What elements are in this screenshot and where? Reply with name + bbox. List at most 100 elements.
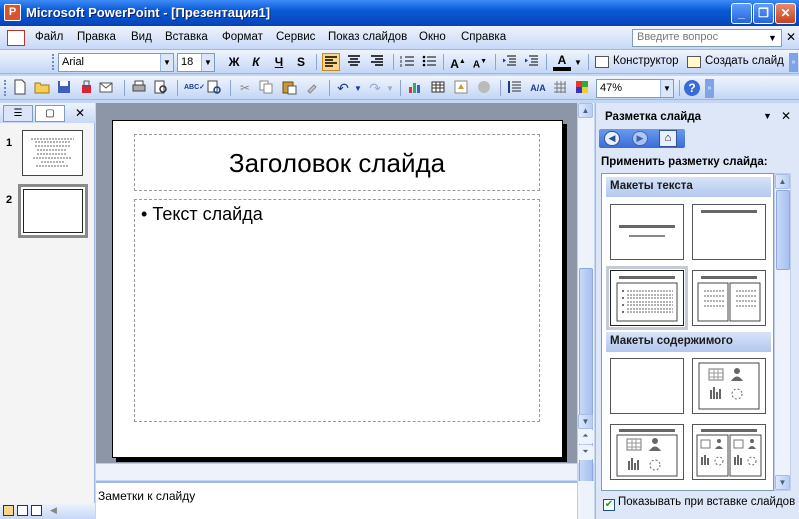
slide-thumbnail-2[interactable] <box>18 184 88 238</box>
tab-slides[interactable]: ▢ <box>35 105 65 122</box>
layout-title-and-text[interactable] <box>606 266 688 330</box>
layout-two-columns[interactable] <box>692 270 766 326</box>
zoom-select[interactable]: 47% ▼ <box>596 79 674 98</box>
show-on-insert-checkbox[interactable]: ✔ <box>603 499 615 511</box>
slide-thumbnail-1[interactable] <box>22 130 83 176</box>
font-size-select[interactable]: 18 ▼ <box>177 53 215 72</box>
slide-sorter-icon[interactable] <box>17 505 28 516</box>
chevron-down-icon[interactable]: ▼ <box>354 84 362 93</box>
close-button[interactable]: ✕ <box>775 3 796 24</box>
normal-view-icon[interactable] <box>3 505 14 516</box>
notes-pane[interactable]: Заметки к слайду <box>96 481 577 519</box>
bullets-button[interactable] <box>421 53 439 71</box>
decrease-indent-button[interactable] <box>501 53 519 71</box>
slideshow-icon[interactable] <box>31 505 42 516</box>
align-right-button[interactable] <box>369 53 387 71</box>
open-button[interactable] <box>34 79 52 97</box>
toolbar-grip[interactable] <box>4 80 7 96</box>
research-button[interactable] <box>206 79 224 97</box>
next-slide-icon[interactable]: ⏷ <box>578 445 593 460</box>
undo-button[interactable]: ↶ <box>334 79 352 97</box>
tab-outline[interactable]: ☰ <box>3 105 33 122</box>
layout-title-and-two-content[interactable] <box>692 424 766 480</box>
chevron-down-icon[interactable]: ▼ <box>660 80 673 97</box>
permission-button[interactable] <box>78 79 96 97</box>
menu-format[interactable]: Формат <box>222 31 263 43</box>
expand-all-button[interactable] <box>506 79 524 97</box>
email-button[interactable] <box>98 79 116 97</box>
restore-button[interactable]: ❐ <box>753 3 774 24</box>
numbering-button[interactable] <box>399 53 417 71</box>
format-painter-button[interactable] <box>305 79 323 97</box>
insert-clipart-button[interactable] <box>476 79 494 97</box>
insert-table-button[interactable] <box>430 79 448 97</box>
italic-button[interactable]: К <box>247 53 265 71</box>
layout-content[interactable] <box>692 358 766 414</box>
toolbar-options-icon[interactable]: » <box>705 79 714 98</box>
new-document-button[interactable] <box>12 79 30 97</box>
paste-button[interactable] <box>281 79 299 97</box>
close-pane-button[interactable]: ✕ <box>75 106 85 120</box>
scroll-up-icon[interactable]: ▲ <box>578 103 593 118</box>
toolbar-grip[interactable] <box>52 54 55 70</box>
horizontal-scrollbar[interactable] <box>96 463 577 480</box>
chevron-down-icon[interactable]: ▼ <box>386 84 394 93</box>
close-icon[interactable]: ✕ <box>781 109 791 123</box>
notes-scrollbar[interactable] <box>577 481 594 519</box>
scroll-down-icon[interactable]: ▼ <box>578 414 593 429</box>
save-button[interactable] <box>56 79 74 97</box>
bold-button[interactable]: Ж <box>225 53 243 71</box>
minimize-button[interactable]: _ <box>731 3 752 24</box>
menu-edit[interactable]: Правка <box>77 31 116 43</box>
cut-button[interactable]: ✂ <box>236 79 254 97</box>
underline-button[interactable]: Ч <box>270 53 288 71</box>
print-button[interactable] <box>131 79 149 97</box>
close-document-icon[interactable]: ✕ <box>786 30 796 44</box>
chevron-down-icon[interactable]: ▼ <box>574 58 582 67</box>
body-placeholder[interactable]: • Текст слайда <box>134 199 540 422</box>
redo-button[interactable]: ↷ <box>366 79 384 97</box>
menu-tools[interactable]: Сервис <box>276 31 315 43</box>
menu-window[interactable]: Окно <box>419 31 446 43</box>
layout-gallery-scrollbar[interactable]: ▲ ▼ <box>774 173 791 491</box>
print-preview-button[interactable] <box>153 79 171 97</box>
menu-slideshow[interactable]: Показ слайдов <box>328 31 407 43</box>
insert-chart-button[interactable] <box>407 79 425 97</box>
scroll-down-icon[interactable]: ▼ <box>775 475 790 490</box>
layout-blank[interactable] <box>610 358 684 414</box>
shadow-button[interactable]: S <box>292 53 310 71</box>
increase-indent-button[interactable] <box>523 53 541 71</box>
scroll-left-icon[interactable]: ◀ <box>50 505 57 516</box>
previous-slide-icon[interactable]: ⏶ <box>578 429 593 444</box>
show-on-insert-option[interactable]: ✔ Показывать при вставке слайдов <box>603 496 795 511</box>
chevron-down-icon[interactable]: ▼ <box>201 54 214 71</box>
font-color-button[interactable]: A <box>553 53 571 71</box>
insert-diagram-button[interactable] <box>453 79 471 97</box>
layout-title-slide[interactable] <box>610 204 684 260</box>
document-icon[interactable] <box>7 30 25 46</box>
powerpoint-app-icon[interactable]: P <box>4 4 21 21</box>
menu-file[interactable]: Файл <box>35 31 63 43</box>
chevron-down-icon[interactable]: ▼ <box>160 54 173 71</box>
font-name-select[interactable]: Arial ▼ <box>58 53 174 72</box>
help-button[interactable]: ? <box>684 80 700 96</box>
show-formatting-button[interactable]: A/A <box>529 79 547 97</box>
chevron-down-icon[interactable]: ▼ <box>768 33 777 43</box>
increase-font-button[interactable]: A▲ <box>449 53 467 71</box>
new-slide-button[interactable]: Создать слайд <box>705 55 784 67</box>
scroll-up-icon[interactable]: ▲ <box>775 174 790 189</box>
scroll-thumb[interactable] <box>579 268 593 513</box>
align-left-button[interactable] <box>322 53 340 71</box>
home-icon[interactable]: ⌂ <box>659 130 677 147</box>
decrease-font-button[interactable]: A▼ <box>471 53 489 71</box>
align-center-button[interactable] <box>346 53 364 71</box>
layout-title-only[interactable] <box>692 204 766 260</box>
layout-title-and-content[interactable] <box>610 424 684 480</box>
color-grayscale-button[interactable] <box>574 79 592 97</box>
menu-view[interactable]: Вид <box>131 31 152 43</box>
grid-button[interactable] <box>552 79 570 97</box>
copy-button[interactable] <box>258 79 276 97</box>
back-icon[interactable]: ◀ <box>604 131 620 146</box>
ask-question-input[interactable]: Введите вопрос <box>632 29 782 47</box>
vertical-scrollbar[interactable]: ▲ ▼ ⏶ ⏷ <box>577 103 594 513</box>
